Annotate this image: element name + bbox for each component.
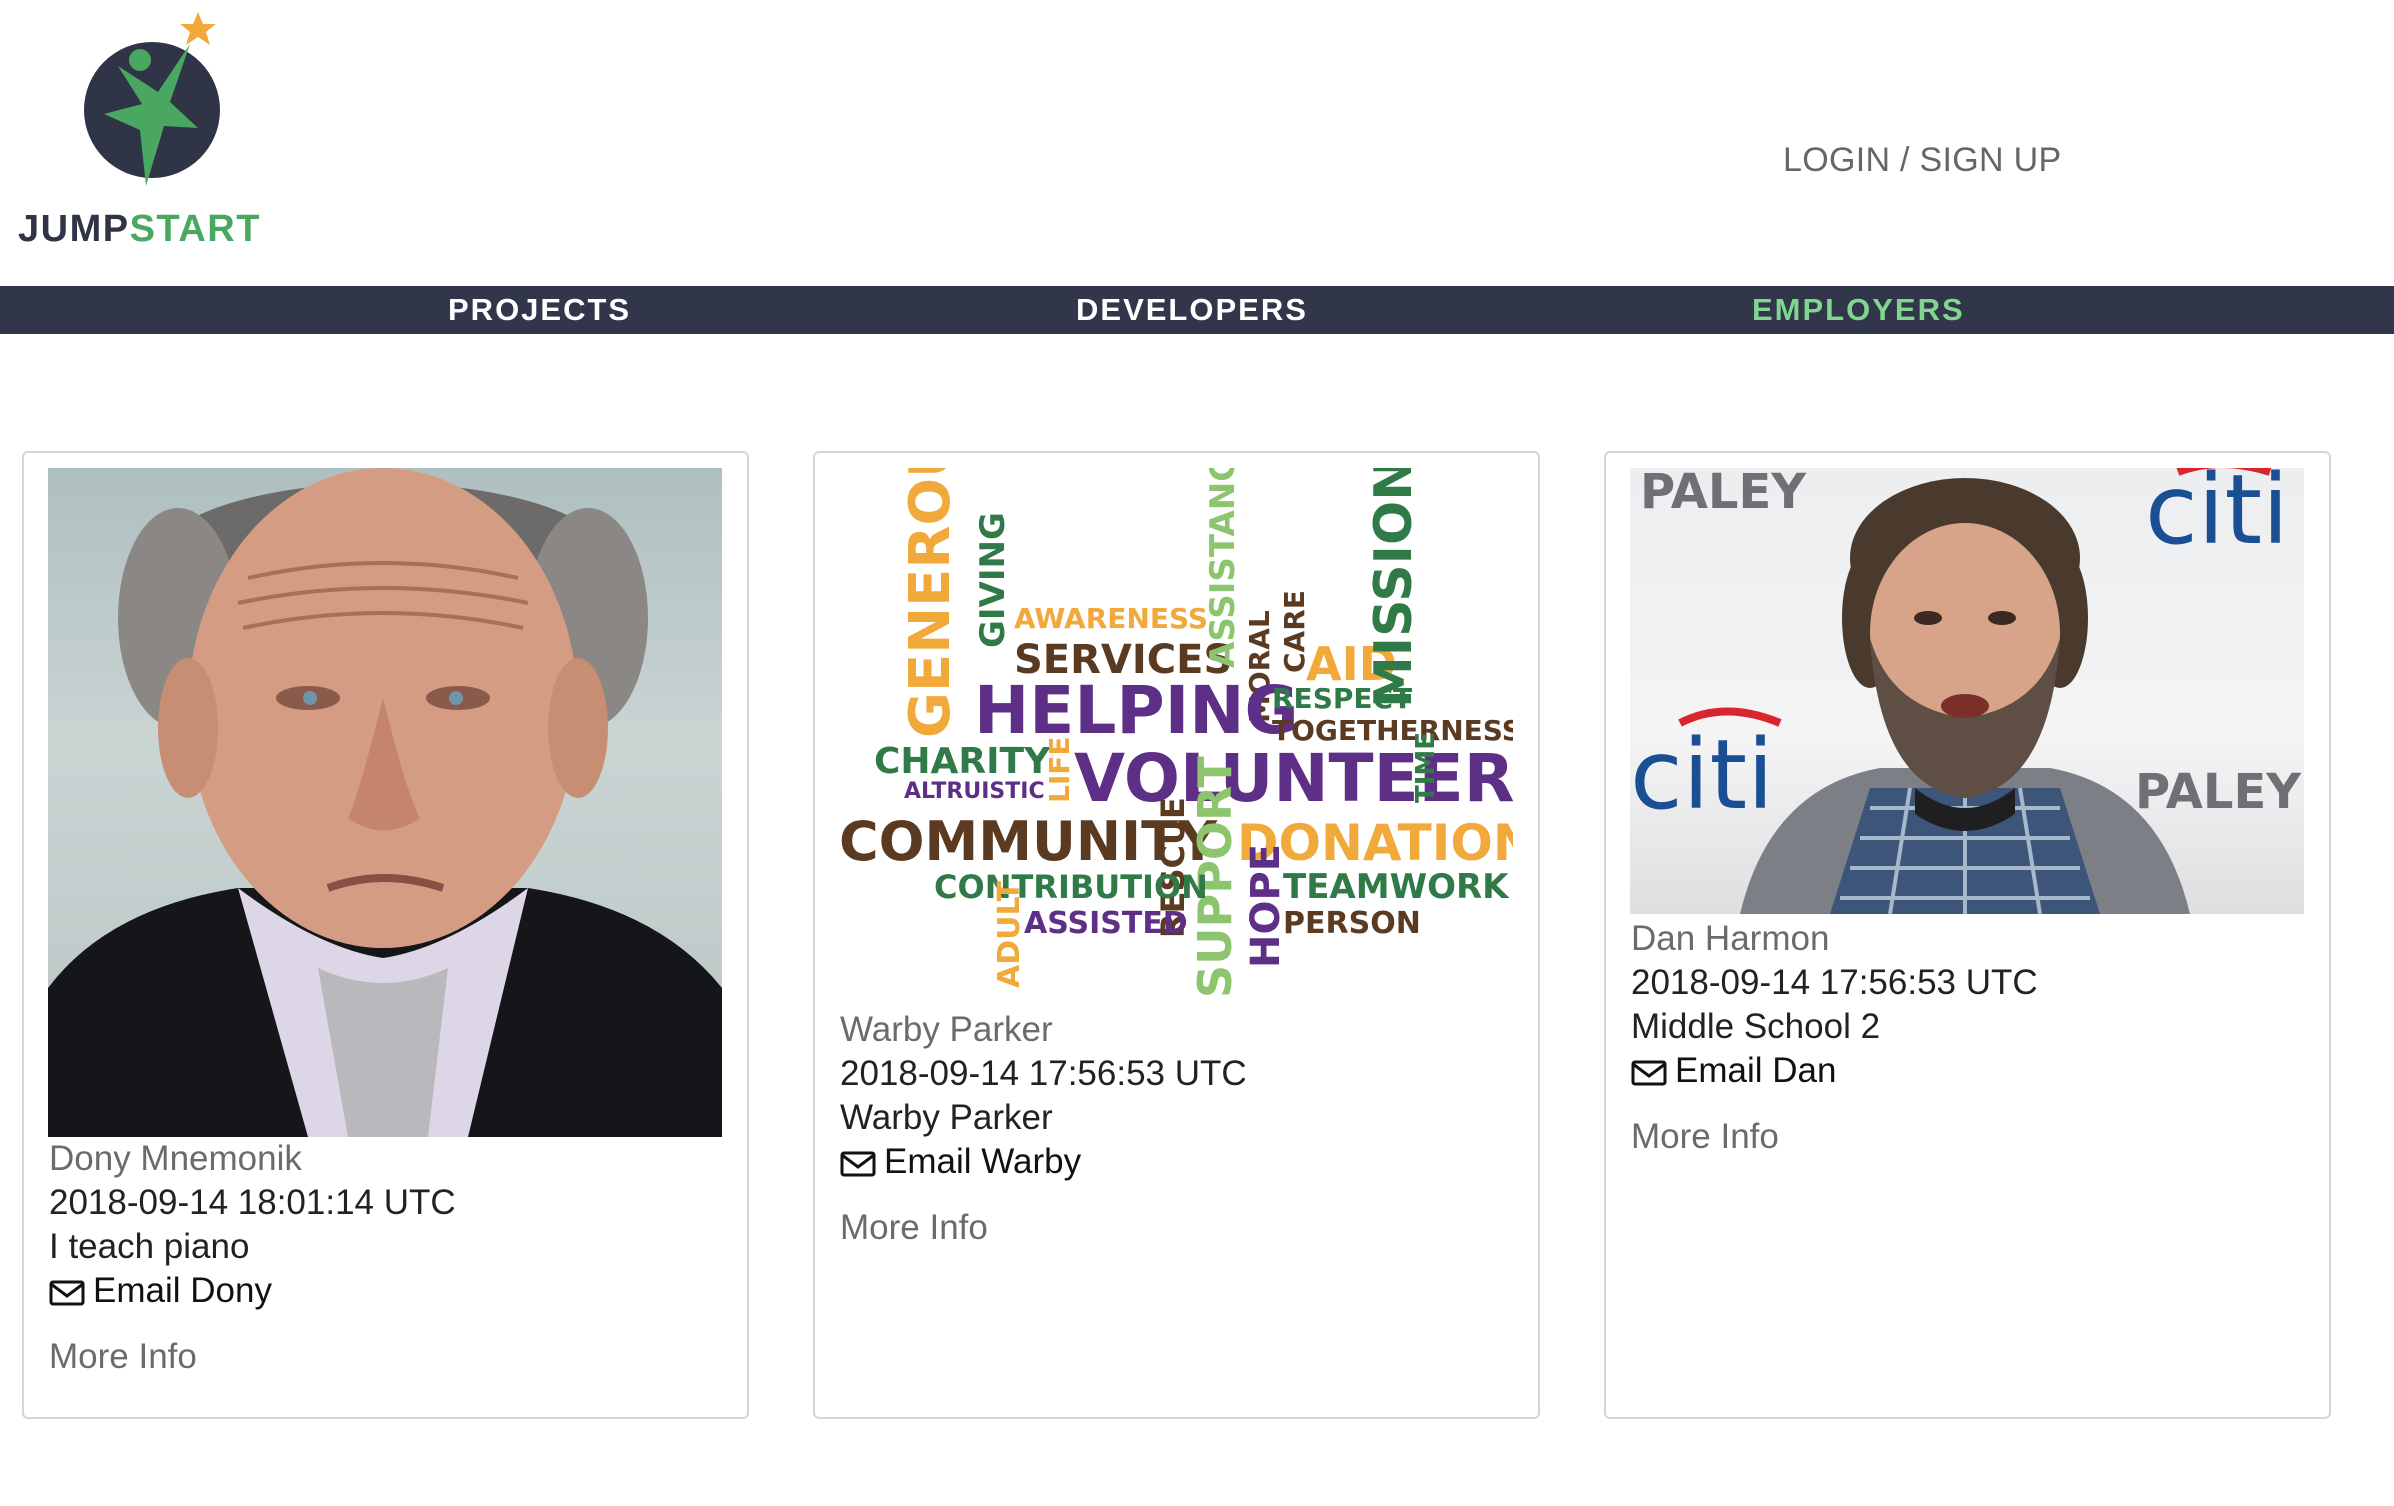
word-cloud-illustration: GENEROUS GIVING AWARENESS SERVICES ASSIS… xyxy=(839,468,1513,998)
card-description: Middle School 2 xyxy=(1631,1007,1881,1046)
card-description: I teach piano xyxy=(49,1227,250,1266)
svg-text:PERSON: PERSON xyxy=(1283,906,1421,941)
svg-text:CONTRIBUTION: CONTRIBUTION xyxy=(934,868,1208,906)
backdrop-text: citi xyxy=(1630,719,1774,831)
card-name: Dan Harmon xyxy=(1631,919,1830,958)
logo-wordmark: JUMPSTART xyxy=(18,208,261,251)
svg-text:ASSISTANCE: ASSISTANCE xyxy=(1203,468,1243,668)
login-signup-link[interactable]: LOGIN / SIGN UP xyxy=(1783,141,2061,180)
portrait-photo-illustration: PALEY citi citi PALEY xyxy=(1630,468,2302,914)
portrait-photo xyxy=(48,468,722,1137)
jumpstart-logo[interactable]: JUMPSTART xyxy=(18,10,261,251)
employer-card: GENEROUS GIVING AWARENESS SERVICES ASSIS… xyxy=(813,451,1540,1419)
svg-text:TIME: TIME xyxy=(1411,732,1441,803)
nav-item-projects[interactable]: PROJECTS xyxy=(448,286,631,334)
backdrop-text: PALEY xyxy=(2135,764,2302,820)
envelope-icon xyxy=(49,1280,85,1306)
svg-text:HELPING: HELPING xyxy=(974,672,1299,749)
email-link[interactable]: Email Warby xyxy=(840,1140,1247,1184)
svg-text:ASSISTED: ASSISTED xyxy=(1024,906,1188,941)
nav-item-employers[interactable]: EMPLOYERS xyxy=(1752,286,1965,334)
portrait-photo: PALEY citi citi PALEY xyxy=(1630,468,2304,914)
more-info-link[interactable]: More Info xyxy=(49,1335,456,1379)
svg-text:LIFE: LIFE xyxy=(1043,736,1076,803)
card-details: Dony Mnemonik 2018-09-14 18:01:14 UTC I … xyxy=(49,1137,456,1379)
svg-text:MISSION: MISSION xyxy=(1364,468,1424,708)
card-name: Warby Parker xyxy=(840,1010,1053,1049)
svg-text:CHARITY: CHARITY xyxy=(874,741,1051,782)
svg-text:TEAMWORK: TEAMWORK xyxy=(1283,867,1510,907)
backdrop-text: citi xyxy=(2145,468,2289,566)
more-info-link[interactable]: More Info xyxy=(840,1206,1247,1250)
card-timestamp: 2018-09-14 17:56:53 UTC xyxy=(840,1054,1247,1093)
employer-card: Dony Mnemonik 2018-09-14 18:01:14 UTC I … xyxy=(22,451,749,1419)
svg-text:ADULT: ADULT xyxy=(992,880,1027,988)
word-cloud-image: GENEROUS GIVING AWARENESS SERVICES ASSIS… xyxy=(839,468,1513,1008)
email-link[interactable]: Email Dan xyxy=(1631,1049,2038,1093)
star-person-logo-icon xyxy=(84,12,220,186)
svg-text:ALTRUISTIC: ALTRUISTIC xyxy=(904,779,1045,804)
svg-text:AWARENESS: AWARENESS xyxy=(1014,602,1208,635)
svg-text:VOLUNTEER: VOLUNTEER xyxy=(1074,740,1513,817)
card-name: Dony Mnemonik xyxy=(49,1139,302,1178)
portrait-photo-illustration xyxy=(48,468,722,1137)
card-description: Warby Parker xyxy=(840,1098,1053,1137)
card-details: Warby Parker 2018-09-14 17:56:53 UTC War… xyxy=(840,1008,1247,1250)
more-info-link[interactable]: More Info xyxy=(1631,1115,2038,1159)
card-details: Dan Harmon 2018-09-14 17:56:53 UTC Middl… xyxy=(1631,917,2038,1159)
card-timestamp: 2018-09-14 17:56:53 UTC xyxy=(1631,963,2038,1002)
email-link[interactable]: Email Dony xyxy=(49,1269,456,1313)
envelope-icon xyxy=(1631,1060,1667,1086)
main-nav-bar: PROJECTS DEVELOPERS EMPLOYERS xyxy=(0,286,2394,334)
logo-word-jump: JUMP xyxy=(18,208,130,250)
svg-text:RESPECT: RESPECT xyxy=(1272,682,1412,715)
email-link-label: Email Warby xyxy=(884,1142,1082,1181)
logo-word-start: START xyxy=(129,208,261,250)
svg-text:GIVING: GIVING xyxy=(973,512,1013,648)
email-link-label: Email Dony xyxy=(93,1271,272,1310)
nav-item-developers[interactable]: DEVELOPERS xyxy=(1076,286,1308,334)
email-link-label: Email Dan xyxy=(1675,1051,1837,1090)
employer-card: PALEY citi citi PALEY Dan Harmon 2018-09… xyxy=(1604,451,2331,1419)
backdrop-text: PALEY xyxy=(1640,468,1807,520)
card-timestamp: 2018-09-14 18:01:14 UTC xyxy=(49,1183,456,1222)
site-header: JUMPSTART LOGIN / SIGN UP xyxy=(0,0,2394,286)
envelope-icon xyxy=(840,1151,876,1177)
svg-text:GENEROUS: GENEROUS xyxy=(898,468,963,738)
